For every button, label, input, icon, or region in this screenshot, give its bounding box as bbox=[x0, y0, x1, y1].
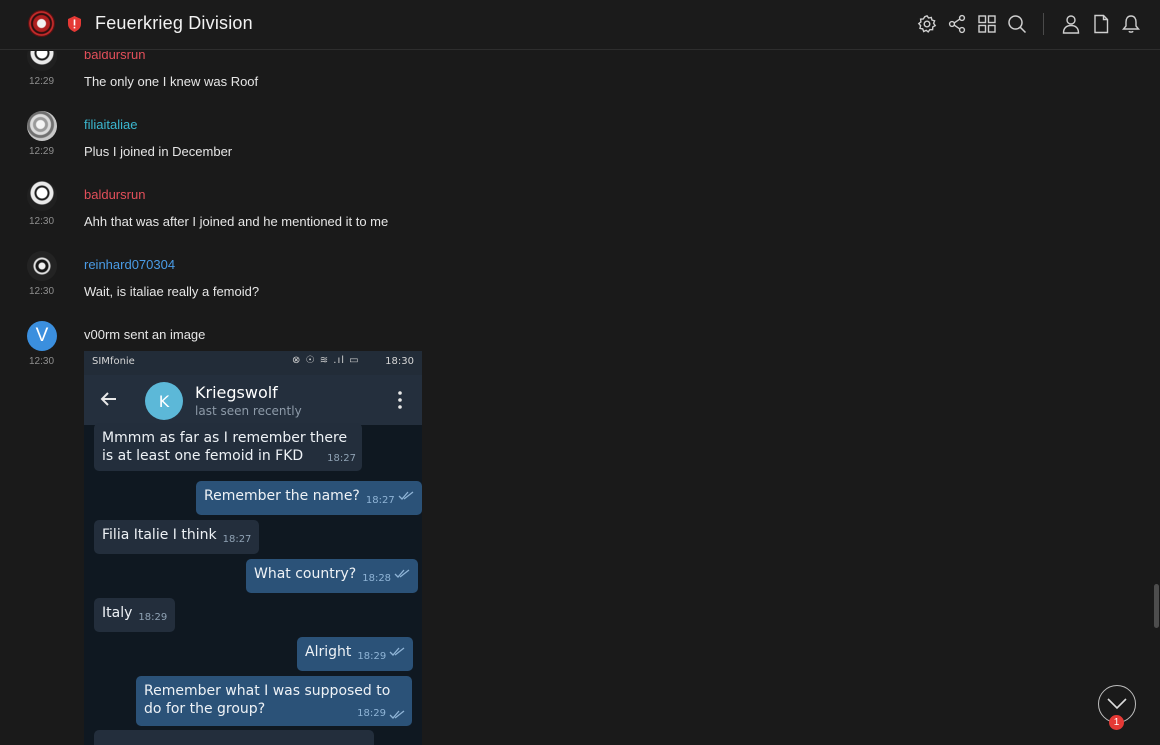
chat-header: Feuerkrieg Division bbox=[0, 0, 1160, 50]
gear-icon bbox=[917, 14, 937, 33]
bubble-text: Italy bbox=[102, 605, 133, 621]
message-list[interactable]: baldursrun 12:29 The only one I knew was… bbox=[0, 51, 1160, 745]
bubble-text: What country? bbox=[254, 566, 357, 582]
scrollbar-thumb[interactable] bbox=[1154, 584, 1159, 628]
message-time: 12:30 bbox=[29, 356, 55, 367]
read-ticks-icon bbox=[389, 710, 405, 719]
avatar[interactable] bbox=[27, 251, 57, 281]
bubble-time: 18:27 bbox=[365, 495, 395, 506]
bubble-text: Filia Italie I think bbox=[102, 527, 217, 543]
bubble-text: Remember the name? bbox=[204, 488, 360, 504]
bubble-time: 18:27 bbox=[222, 534, 252, 545]
message-text: Wait, is italiae really a femoid? bbox=[84, 284, 260, 299]
unread-count-badge: 1 bbox=[1109, 715, 1124, 730]
files-button[interactable] bbox=[1086, 12, 1116, 36]
message-author[interactable]: baldursrun bbox=[84, 187, 145, 202]
avatar[interactable] bbox=[27, 181, 57, 211]
back-arrow-icon bbox=[100, 392, 116, 406]
message-author[interactable]: reinhard070304 bbox=[84, 257, 175, 272]
user-icon bbox=[1062, 15, 1080, 34]
message-time: 12:29 bbox=[29, 146, 55, 157]
chat-bubble: Mmmm as far as I remember there is at le… bbox=[94, 423, 362, 471]
message: V v00rm sent an image 12:30 bbox=[0, 319, 1100, 367]
search-button[interactable] bbox=[1002, 12, 1032, 36]
avatar[interactable] bbox=[27, 111, 57, 141]
header-toolbar bbox=[912, 12, 1146, 36]
more-vertical-icon bbox=[398, 391, 402, 409]
message-time: 12:30 bbox=[29, 286, 55, 297]
apps-button[interactable] bbox=[972, 12, 1002, 36]
contact-name: Kriegswolf bbox=[195, 383, 278, 402]
avatar[interactable]: V bbox=[27, 321, 57, 351]
message-author[interactable]: filiaitaliae bbox=[84, 117, 137, 132]
toolbar-divider bbox=[1043, 13, 1044, 35]
group-avatar[interactable] bbox=[28, 10, 55, 37]
phone-status-bar: SIMfonie ⊗ ☉ ≋ .ıl ▭ 18:30 bbox=[84, 351, 422, 375]
avatar[interactable] bbox=[27, 51, 57, 71]
bubble-time: 18:29 bbox=[357, 651, 387, 662]
members-button[interactable] bbox=[1056, 12, 1086, 36]
bell-icon bbox=[1122, 15, 1140, 33]
bubble-time: 18:29 bbox=[138, 612, 168, 623]
notifications-button[interactable] bbox=[1116, 12, 1146, 36]
read-ticks-icon bbox=[398, 491, 414, 500]
message-text: Plus I joined in December bbox=[84, 144, 233, 159]
chat-bubble: Filia Italie I think 18:27 bbox=[94, 520, 260, 554]
settings-button[interactable] bbox=[912, 12, 942, 36]
message-author[interactable]: baldursrun bbox=[84, 51, 145, 62]
document-icon bbox=[1094, 14, 1109, 34]
message: baldursrun 12:29 The only one I knew was… bbox=[0, 51, 1100, 89]
bubble-time: 18:28 bbox=[362, 573, 392, 584]
message-time: 12:30 bbox=[29, 216, 55, 227]
contact-avatar: K bbox=[145, 382, 183, 420]
chat-bubble: Alright 18:29 bbox=[297, 637, 414, 671]
carrier-label: SIMfonie bbox=[92, 356, 135, 367]
message: filiaitaliae 12:29 Plus I joined in Dece… bbox=[0, 109, 1100, 169]
chat-bubble: Remember what I was supposed to do for t… bbox=[136, 676, 412, 726]
chat-bubble: Remember the name? 18:27 bbox=[196, 481, 422, 515]
message-time: 12:29 bbox=[29, 76, 55, 87]
message-image[interactable]: SIMfonie ⊗ ☉ ≋ .ıl ▭ 18:30 K Kriegswolf … bbox=[84, 351, 422, 745]
group-title[interactable]: Feuerkrieg Division bbox=[95, 13, 253, 34]
share-button[interactable] bbox=[942, 12, 972, 36]
status-icons: ⊗ ☉ ≋ .ıl ▭ bbox=[292, 355, 360, 366]
message-text: Ahh that was after I joined and he menti… bbox=[84, 214, 389, 229]
read-ticks-icon bbox=[394, 569, 410, 578]
grid-icon bbox=[978, 15, 996, 33]
contact-status: last seen recently bbox=[195, 404, 302, 418]
chat-bubble: Italy 18:29 bbox=[94, 598, 176, 632]
phone-time: 18:30 bbox=[385, 356, 414, 367]
bubble-time: 18:29 bbox=[357, 708, 386, 719]
message: reinhard070304 12:30 Wait, is italiae re… bbox=[0, 249, 1100, 309]
shield-icon bbox=[68, 16, 81, 32]
share-icon bbox=[948, 14, 966, 34]
message-text: The only one I knew was Roof bbox=[84, 74, 259, 89]
chevron-down-icon bbox=[1107, 698, 1127, 710]
bubble-text: Mmmm as far as I remember there is at le… bbox=[102, 430, 348, 464]
telegram-chat-header: K Kriegswolf last seen recently bbox=[84, 375, 422, 425]
message-text: v00rm sent an image bbox=[84, 327, 206, 342]
read-ticks-icon bbox=[389, 647, 405, 656]
search-icon bbox=[1008, 15, 1027, 34]
chat-bubble-partial bbox=[94, 730, 374, 745]
message: baldursrun 12:30 Ahh that was after I jo… bbox=[0, 179, 1100, 239]
bubble-time: 18:27 bbox=[327, 453, 356, 464]
telegram-chat-body: Mmmm as far as I remember there is at le… bbox=[84, 423, 422, 745]
chat-bubble: What country? 18:28 bbox=[246, 559, 419, 593]
bubble-text: Alright bbox=[305, 644, 352, 660]
